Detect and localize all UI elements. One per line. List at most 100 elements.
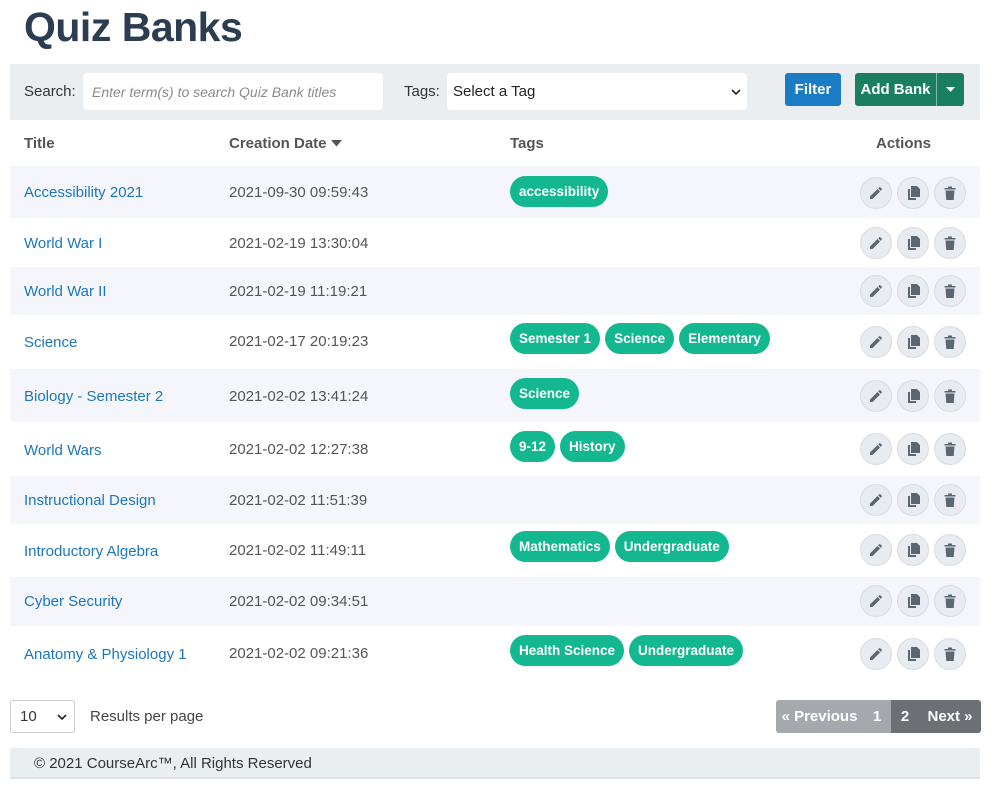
trash-icon	[944, 594, 956, 608]
edit-button[interactable]	[860, 227, 892, 259]
table-row: World War I 2021-02-19 13:30:04	[10, 218, 980, 267]
tag-select[interactable]: Select a Tag	[447, 73, 747, 110]
delete-button[interactable]	[934, 326, 966, 358]
quiz-bank-title-link[interactable]: Accessibility 2021	[24, 184, 143, 201]
results-per-page-label: Results per page	[90, 708, 204, 725]
delete-button[interactable]	[934, 227, 966, 259]
add-bank-button[interactable]: Add Bank	[855, 73, 964, 106]
search-input[interactable]	[83, 73, 383, 110]
row-actions	[860, 638, 966, 670]
tag-badge[interactable]: Undergraduate	[614, 531, 729, 562]
tag-badge[interactable]: Undergraduate	[629, 635, 744, 666]
tag-badge[interactable]: Mathematics	[510, 531, 610, 562]
copy-icon	[908, 284, 920, 298]
tag-badge[interactable]: Science	[510, 378, 580, 409]
copy-icon	[908, 236, 920, 250]
add-bank-label[interactable]: Add Bank	[855, 73, 937, 106]
edit-button[interactable]	[860, 534, 892, 566]
quiz-bank-title-link[interactable]: Science	[24, 334, 77, 351]
previous-page-button[interactable]: « Previous	[776, 700, 863, 733]
tag-badge[interactable]: Elementary	[679, 323, 770, 354]
quiz-bank-title-link[interactable]: World War II	[24, 283, 107, 300]
page-title: Quiz Banks	[24, 4, 243, 50]
edit-button[interactable]	[860, 326, 892, 358]
filter-toolbar: Search: Tags: Select a Tag Filter Add Ba…	[10, 64, 980, 120]
row-actions	[860, 326, 966, 358]
column-header-creation-date[interactable]: Creation Date	[229, 135, 342, 152]
page-button-2[interactable]: 2	[891, 700, 919, 733]
creation-date: 2021-02-19 11:19:21	[229, 283, 368, 300]
copy-button[interactable]	[897, 227, 929, 259]
copy-button[interactable]	[897, 585, 929, 617]
creation-date: 2021-02-17 20:19:23	[229, 333, 369, 350]
table-header: Title Creation Date Tags Actions	[10, 120, 980, 166]
filter-button[interactable]: Filter	[785, 73, 841, 106]
quiz-bank-title-link[interactable]: Cyber Security	[24, 593, 122, 610]
pagination: « Previous 1 2 Next »	[776, 700, 981, 733]
tag-badge[interactable]: Semester 1	[510, 323, 601, 354]
copy-button[interactable]	[897, 275, 929, 307]
results-per-page-select[interactable]: 10	[10, 700, 75, 733]
next-page-button[interactable]: Next »	[919, 700, 981, 733]
table-row: Cyber Security 2021-02-02 09:34:51	[10, 577, 980, 626]
delete-button[interactable]	[934, 380, 966, 412]
table-row: Introductory Algebra 2021-02-02 11:49:11 M…	[10, 524, 980, 577]
copy-button[interactable]	[897, 177, 929, 209]
creation-date: 2021-09-30 09:59:43	[229, 184, 369, 201]
edit-button[interactable]	[860, 433, 892, 465]
tag-badge[interactable]: 9-12	[510, 431, 556, 462]
copy-button[interactable]	[897, 380, 929, 412]
tag-badge[interactable]: Health Science	[510, 635, 625, 666]
copy-button[interactable]	[897, 534, 929, 566]
creation-date: 2021-02-02 11:49:11	[229, 542, 367, 559]
tag-list: 9-12 History	[510, 431, 625, 462]
tag-list: Mathematics Undergraduate	[510, 531, 729, 562]
edit-button[interactable]	[860, 177, 892, 209]
edit-button[interactable]	[860, 484, 892, 516]
quiz-bank-title-link[interactable]: Anatomy & Physiology 1	[24, 646, 187, 663]
delete-button[interactable]	[934, 484, 966, 516]
edit-button[interactable]	[860, 638, 892, 670]
tag-list: Semester 1 Science Elementary	[510, 323, 770, 354]
add-bank-dropdown-toggle[interactable]	[937, 86, 964, 93]
edit-button[interactable]	[860, 380, 892, 412]
page-button-1[interactable]: 1	[863, 700, 891, 733]
copy-button[interactable]	[897, 484, 929, 516]
quiz-bank-title-link[interactable]: Instructional Design	[24, 492, 156, 509]
quiz-bank-table: Title Creation Date Tags Actions Accessi…	[10, 120, 980, 682]
pencil-icon	[870, 187, 882, 199]
delete-button[interactable]	[934, 585, 966, 617]
column-header-title[interactable]: Title	[24, 135, 55, 152]
delete-button[interactable]	[934, 638, 966, 670]
delete-button[interactable]	[934, 177, 966, 209]
creation-date: 2021-02-02 13:41:24	[229, 388, 369, 405]
column-header-tags: Tags	[510, 135, 544, 152]
creation-date: 2021-02-02 09:34:51	[229, 593, 369, 610]
pencil-icon	[870, 648, 882, 660]
tag-badge[interactable]: accessibility	[510, 176, 609, 207]
table-row: Science 2021-02-17 20:19:23 Semester 1 Scie…	[10, 315, 980, 369]
edit-button[interactable]	[860, 585, 892, 617]
quiz-bank-title-link[interactable]: Biology - Semester 2	[24, 388, 163, 405]
delete-button[interactable]	[934, 275, 966, 307]
tag-badge[interactable]: History	[560, 431, 625, 462]
sort-desc-icon	[330, 140, 342, 147]
chevron-down-icon	[731, 88, 741, 95]
tag-select-value: Select a Tag	[453, 83, 536, 100]
quiz-bank-title-link[interactable]: World Wars	[24, 442, 102, 459]
copy-button[interactable]	[897, 638, 929, 670]
pencil-icon	[870, 285, 882, 297]
copy-icon	[908, 647, 920, 661]
delete-button[interactable]	[934, 534, 966, 566]
copy-button[interactable]	[897, 433, 929, 465]
copyright-text: © 2021 CourseArc™, All Rights Reserved	[34, 755, 312, 772]
quiz-bank-title-link[interactable]: Introductory Algebra	[24, 543, 158, 560]
row-actions	[860, 275, 966, 307]
delete-button[interactable]	[934, 433, 966, 465]
tag-badge[interactable]: Science	[605, 323, 675, 354]
edit-button[interactable]	[860, 275, 892, 307]
quiz-bank-title-link[interactable]: World War I	[24, 235, 102, 252]
copy-button[interactable]	[897, 326, 929, 358]
search-label: Search:	[24, 83, 76, 100]
trash-icon	[944, 442, 956, 456]
